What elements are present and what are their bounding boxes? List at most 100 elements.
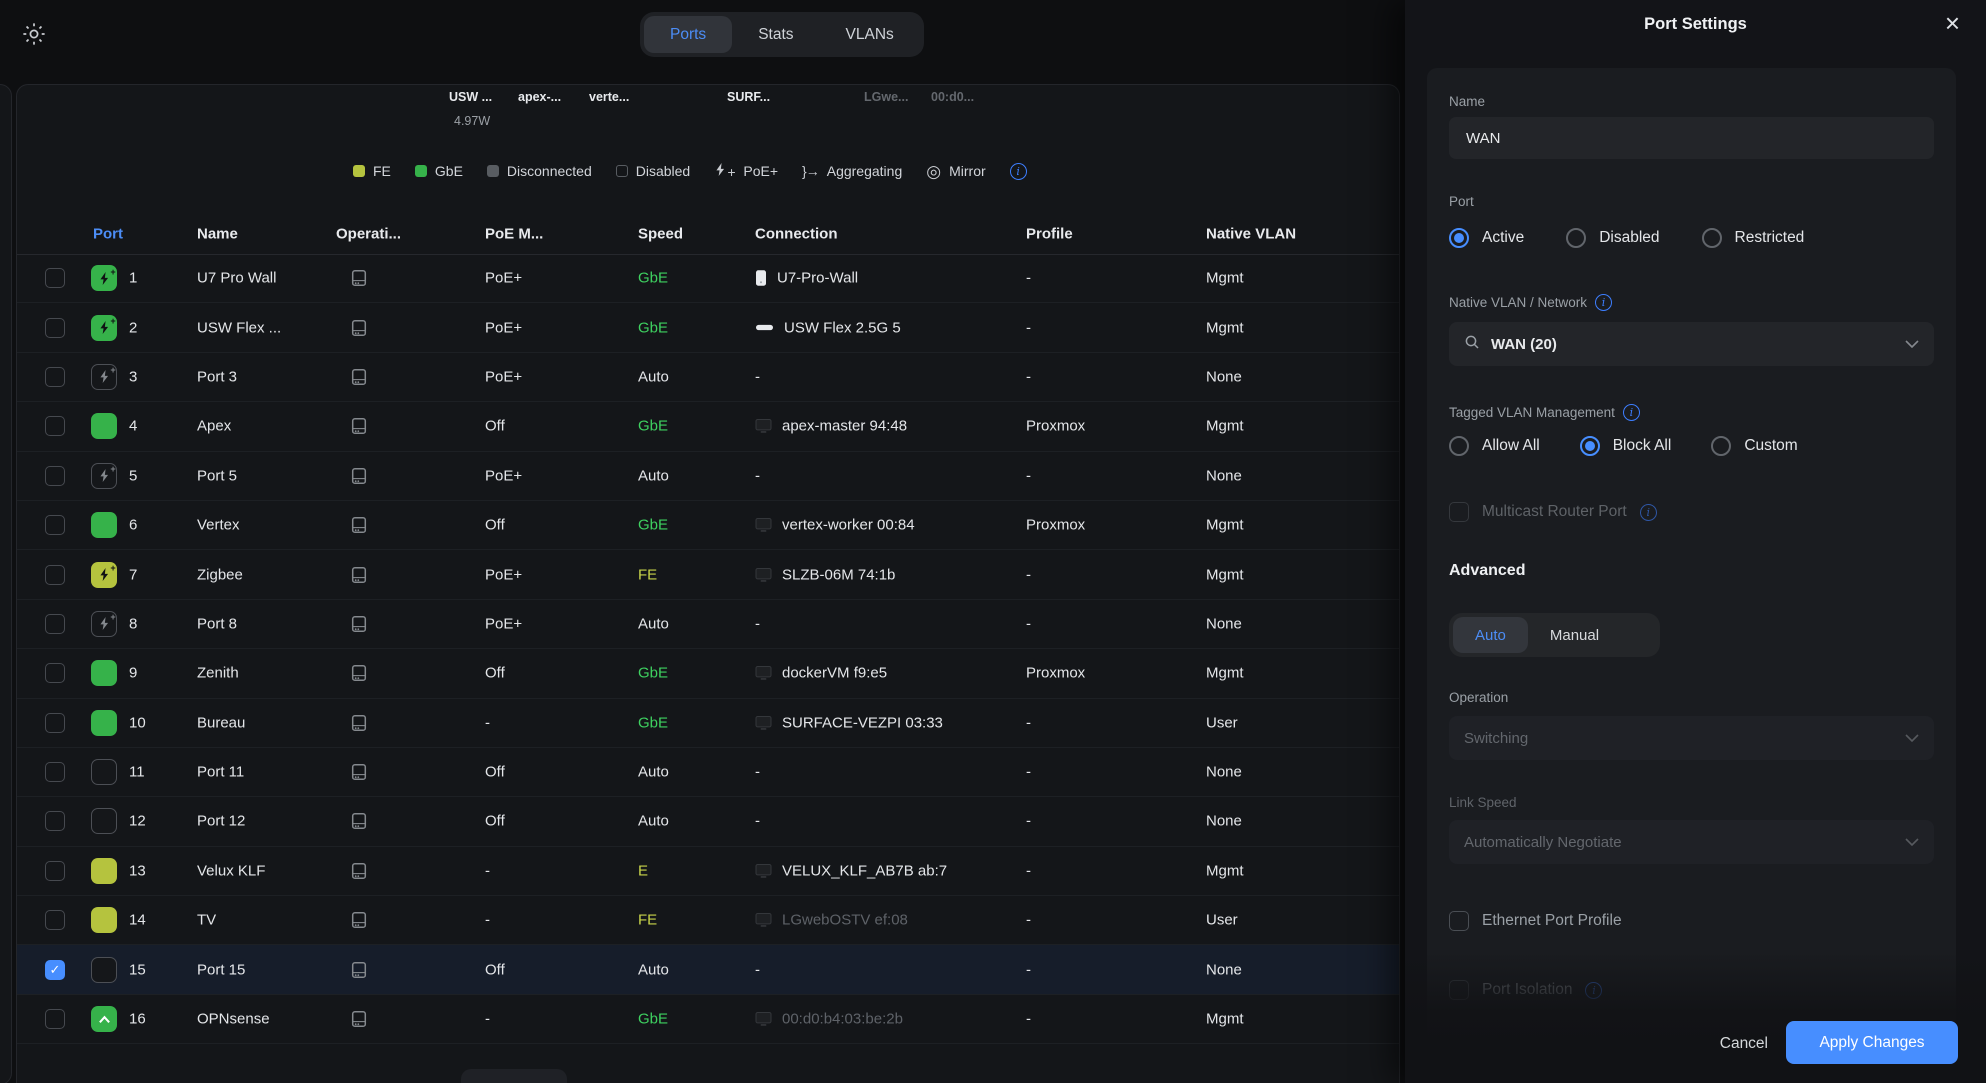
settings-gear-icon[interactable] <box>20 20 48 48</box>
operation-select[interactable]: Switching <box>1449 716 1934 760</box>
radio-block-all[interactable] <box>1580 436 1600 456</box>
connection-name: - <box>755 961 760 978</box>
table-row[interactable]: +7ZigbeePoE+FESLZB-06M 74:1b-Mgmt <box>17 550 1399 599</box>
multicast-checkbox[interactable] <box>1449 502 1469 522</box>
cancel-button[interactable]: Cancel <box>1720 1035 1768 1053</box>
legend-item-gbe: GbE <box>415 163 463 179</box>
radio-disabled[interactable] <box>1566 228 1586 248</box>
close-icon[interactable]: × <box>1945 8 1960 39</box>
table-row[interactable]: 16OPNsense-GbE00:d0:b4:03:be:2b-Mgmt <box>17 995 1399 1044</box>
column-header-poem[interactable]: PoE M... <box>485 225 543 242</box>
link-speed-label: Link Speed <box>1449 795 1517 810</box>
row-checkbox[interactable] <box>45 268 65 288</box>
pagination-pill[interactable] <box>461 1069 567 1083</box>
column-header-profile[interactable]: Profile <box>1026 225 1073 242</box>
connection-device-icon <box>755 913 772 928</box>
operation-device-icon <box>351 615 367 633</box>
info-icon[interactable]: i <box>1595 294 1612 311</box>
port-status-icon <box>91 808 117 834</box>
connection-name: - <box>755 813 760 830</box>
table-row[interactable]: +2USW Flex ...PoE+GbEUSW Flex 2.5G 5-Mgm… <box>17 303 1399 352</box>
connection-name: SLZB-06M 74:1b <box>782 566 895 583</box>
row-checkbox[interactable] <box>45 713 65 733</box>
port-name: Port 11 <box>197 764 244 781</box>
table-row[interactable]: ✓15Port 15OffAuto--None <box>17 945 1399 994</box>
row-checkbox[interactable] <box>45 614 65 634</box>
native-vlan-cell: User <box>1206 912 1238 929</box>
column-header-name[interactable]: Name <box>197 225 238 242</box>
operation-device-icon <box>351 911 367 929</box>
table-header-row: Port Name Operati... PoE M... Speed Connectio… <box>17 213 1399 255</box>
legend-label: PoE+ <box>743 163 778 179</box>
table-row[interactable]: +1U7 Pro WallPoE+GbEU7-Pro-Wall-Mgmt <box>17 254 1399 303</box>
native-vlan-cell: Mgmt <box>1206 862 1244 879</box>
profile-cell: Proxmox <box>1026 418 1085 435</box>
row-checkbox[interactable] <box>45 416 65 436</box>
connection-cell: apex-master 94:48 <box>755 418 907 435</box>
table-row[interactable]: 10Bureau-GbESURFACE-VEZPI 03:33-User <box>17 699 1399 748</box>
port-number: 12 <box>129 813 146 830</box>
apply-changes-button[interactable]: Apply Changes <box>1786 1021 1958 1064</box>
table-row[interactable]: +8Port 8PoE+Auto--None <box>17 600 1399 649</box>
device-label: 00:d0... <box>931 90 974 104</box>
radio-active[interactable] <box>1449 228 1469 248</box>
radio-restricted[interactable] <box>1702 228 1722 248</box>
native-vlan-cell: Mgmt <box>1206 319 1244 336</box>
segment-manual[interactable]: Manual <box>1528 617 1621 653</box>
radio-custom[interactable] <box>1711 436 1731 456</box>
row-checkbox[interactable] <box>45 1009 65 1029</box>
port-number: 4 <box>129 418 137 435</box>
column-header-speed[interactable]: Speed <box>638 225 683 242</box>
row-checkbox[interactable] <box>45 861 65 881</box>
chevron-down-icon <box>1905 340 1919 348</box>
row-checkbox[interactable] <box>45 515 65 535</box>
table-row[interactable]: 13Velux KLF-EVELUX_KLF_AB7B ab:7-Mgmt <box>17 847 1399 896</box>
row-checkbox[interactable] <box>45 762 65 782</box>
poe-mode-cell: PoE+ <box>485 566 522 583</box>
table-row[interactable]: +3Port 3PoE+Auto--None <box>17 353 1399 402</box>
tab-ports[interactable]: Ports <box>644 16 732 53</box>
table-row[interactable]: 4ApexOffGbEapex-master 94:48ProxmoxMgmt <box>17 402 1399 451</box>
ethernet-port-profile-row: Ethernet Port Profile <box>1449 909 1622 933</box>
connection-device-icon <box>755 518 772 533</box>
operation-device-icon <box>351 714 367 732</box>
row-checkbox[interactable] <box>45 910 65 930</box>
poe-mode-cell: Off <box>485 813 505 830</box>
speed-cell: Auto <box>638 467 669 484</box>
table-row[interactable]: 9ZenithOffGbEdockerVM f9:e5ProxmoxMgmt <box>17 649 1399 698</box>
row-checkbox[interactable] <box>45 318 65 338</box>
row-checkbox[interactable] <box>45 565 65 585</box>
legend-info-icon[interactable]: i <box>1010 163 1027 180</box>
column-header-connection[interactable]: Connection <box>755 225 838 242</box>
table-row[interactable]: +5Port 5PoE+Auto--None <box>17 452 1399 501</box>
row-checkbox[interactable] <box>45 811 65 831</box>
column-header-operati[interactable]: Operati... <box>336 225 401 242</box>
panel-title: Port Settings <box>1405 15 1986 34</box>
table-row[interactable]: 12Port 12OffAuto--None <box>17 797 1399 846</box>
column-header-port[interactable]: Port <box>93 225 123 242</box>
name-input[interactable]: WAN <box>1449 117 1934 159</box>
row-checkbox[interactable]: ✓ <box>45 960 65 980</box>
table-row[interactable]: 14TV-FELGwebOSTV ef:08-User <box>17 896 1399 945</box>
info-icon[interactable]: i <box>1623 404 1640 421</box>
poe-mode-cell: Off <box>485 665 505 682</box>
table-row[interactable]: 6VertexOffGbEvertex-worker 00:84ProxmoxM… <box>17 501 1399 550</box>
link-speed-select[interactable]: Automatically Negotiate <box>1449 820 1934 864</box>
legend-item-poe: +PoE+ <box>714 162 778 180</box>
row-checkbox[interactable] <box>45 663 65 683</box>
row-checkbox[interactable] <box>45 466 65 486</box>
info-icon[interactable]: i <box>1640 504 1657 521</box>
poe-mode-cell: PoE+ <box>485 615 522 632</box>
column-header-nativevlan[interactable]: Native VLAN <box>1206 225 1296 242</box>
segment-auto[interactable]: Auto <box>1453 617 1528 653</box>
row-checkbox[interactable] <box>45 367 65 387</box>
profile-cell: - <box>1026 714 1031 731</box>
ethernet-profile-checkbox[interactable] <box>1449 911 1469 931</box>
port-name: Vertex <box>197 517 240 534</box>
table-row[interactable]: 11Port 11OffAuto--None <box>17 748 1399 797</box>
tab-stats[interactable]: Stats <box>732 16 819 53</box>
native-vlan-select[interactable]: WAN (20) <box>1449 322 1934 366</box>
port-status-icon <box>91 759 117 785</box>
tab-vlans[interactable]: VLANs <box>820 16 920 53</box>
radio-allow-all[interactable] <box>1449 436 1469 456</box>
